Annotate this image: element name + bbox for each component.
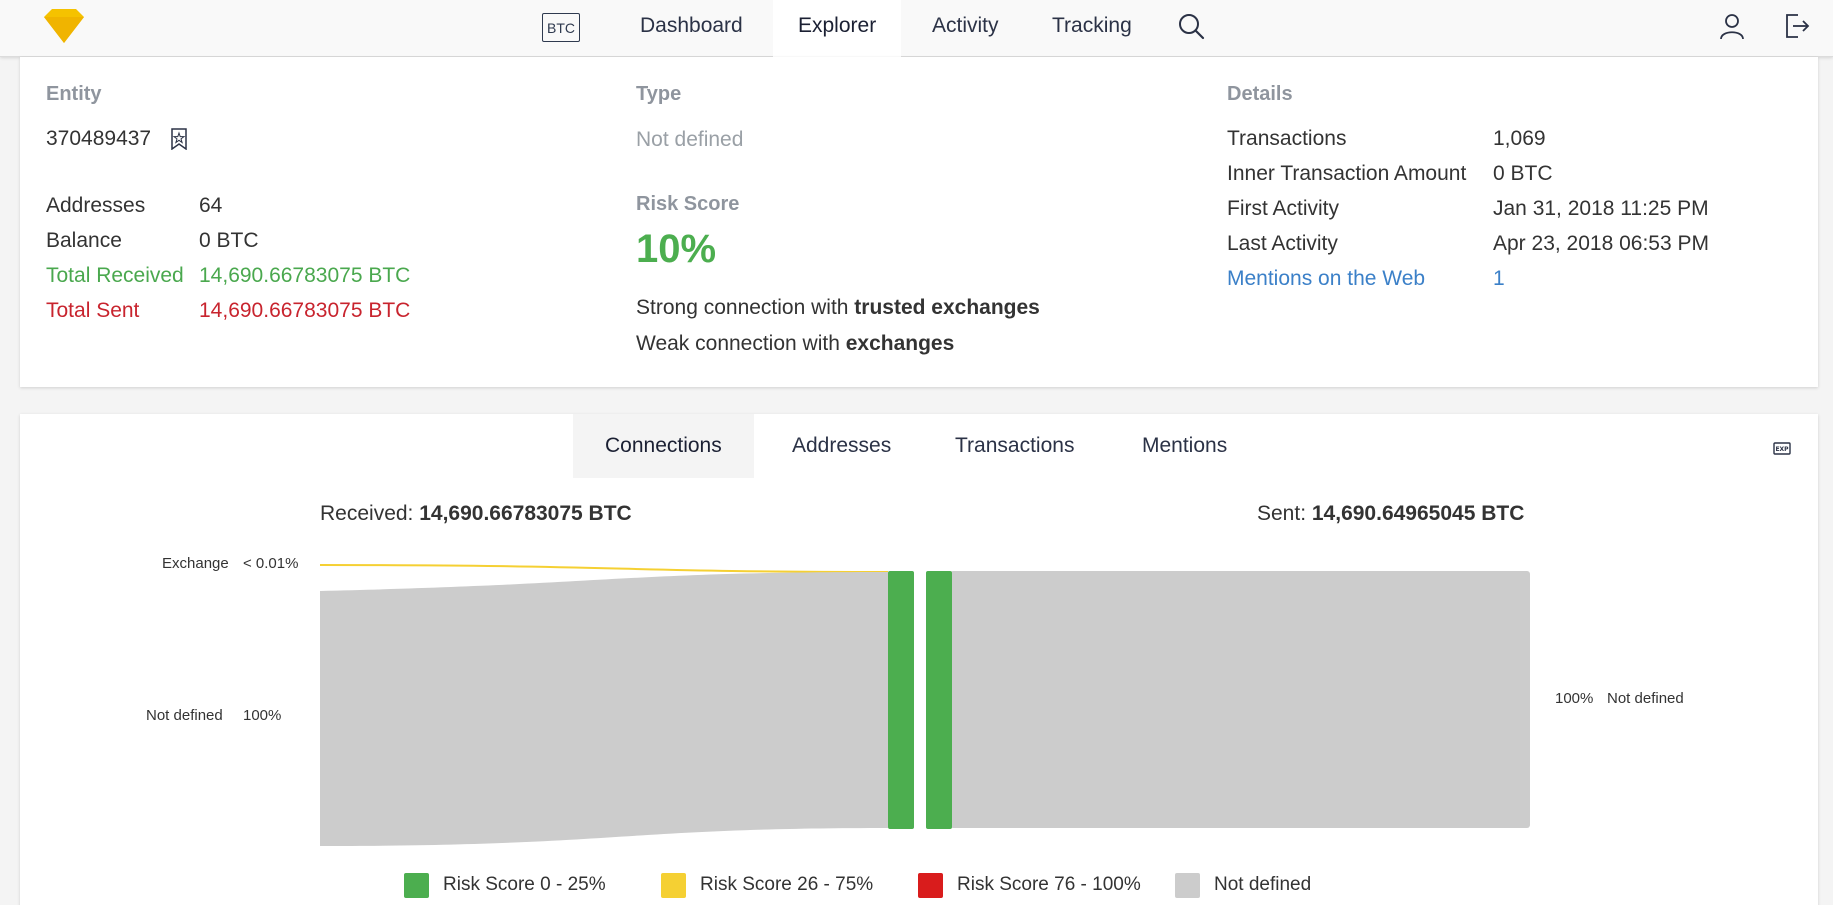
risk-score-title: Risk Score bbox=[636, 193, 740, 215]
first-activity-value: Jan 31, 2018 11:25 PM bbox=[1493, 197, 1709, 220]
legend-medium-risk: Risk Score 26 - 75% bbox=[700, 874, 874, 895]
connections-panel: Connections Addresses Transactions Menti… bbox=[20, 414, 1818, 905]
sankey-link-input-not-defined bbox=[320, 572, 888, 846]
inner-transaction-label: Inner Transaction Amount bbox=[1227, 162, 1467, 185]
strong-connection-text: Strong connection with trusted exchanges bbox=[636, 296, 1040, 319]
details-title: Details bbox=[1227, 83, 1293, 105]
legend-swatch-high-risk bbox=[918, 873, 943, 898]
type-value: Not defined bbox=[636, 128, 744, 151]
entity-id: 370489437 bbox=[46, 127, 152, 150]
last-activity-value: Apr 23, 2018 06:53 PM bbox=[1493, 232, 1709, 255]
nav-activity[interactable]: Activity bbox=[907, 0, 1024, 57]
mentions-count-link[interactable]: 1 bbox=[1493, 267, 1505, 291]
first-activity-label: First Activity bbox=[1227, 197, 1340, 220]
legend-swatch-low-risk bbox=[404, 873, 429, 898]
last-activity-label: Last Activity bbox=[1227, 232, 1338, 255]
transactions-value: 1,069 bbox=[1493, 127, 1546, 150]
bookmark-star-icon[interactable] bbox=[170, 128, 188, 150]
sankey-node-entity-out bbox=[926, 571, 952, 829]
total-sent-label: Total Sent bbox=[46, 299, 140, 322]
weak-connection-target: exchanges bbox=[845, 332, 955, 355]
weak-connection-text: Weak connection with exchanges bbox=[636, 332, 955, 355]
strong-connection-target: trusted exchanges bbox=[854, 296, 1040, 319]
mentions-link[interactable]: Mentions on the Web bbox=[1227, 267, 1425, 291]
addresses-label: Addresses bbox=[46, 194, 146, 217]
search-icon[interactable] bbox=[1177, 12, 1205, 40]
user-icon[interactable] bbox=[1718, 12, 1746, 40]
legend-not-defined: Not defined bbox=[1214, 874, 1312, 895]
input-exchange-name: Exchange bbox=[162, 555, 229, 572]
risk-score-value: 10% bbox=[636, 227, 717, 271]
input-not-defined-name: Not defined bbox=[146, 707, 223, 724]
entity-title: Entity bbox=[46, 83, 102, 105]
sankey-node-entity-in bbox=[888, 571, 914, 829]
addresses-value: 64 bbox=[199, 194, 223, 217]
legend-high-risk: Risk Score 76 - 100% bbox=[957, 874, 1141, 895]
total-received-label: Total Received bbox=[46, 264, 184, 287]
total-received-value: 14,690.66783075 BTC bbox=[199, 264, 411, 287]
entity-summary-panel: Entity 370489437 Addresses 64 Balance 0 … bbox=[20, 57, 1818, 387]
sankey-link-exchange bbox=[319, 564, 889, 573]
balance-label: Balance bbox=[46, 229, 122, 252]
balance-value: 0 BTC bbox=[199, 229, 259, 252]
connections-sankey-diagram bbox=[319, 564, 1530, 846]
output-not-defined-name: Not defined bbox=[1607, 690, 1684, 707]
type-title: Type bbox=[636, 83, 682, 105]
top-navigation-bar: BTC Dashboard Explorer Activity Tracking bbox=[0, 0, 1833, 57]
input-exchange-pct: < 0.01% bbox=[243, 555, 299, 572]
nav-explorer[interactable]: Explorer bbox=[773, 0, 902, 57]
legend-low-risk: Risk Score 0 - 25% bbox=[443, 874, 606, 895]
transactions-label: Transactions bbox=[1227, 127, 1347, 150]
nav-tracking[interactable]: Tracking bbox=[1027, 0, 1157, 57]
legend-swatch-not-defined bbox=[1175, 873, 1200, 898]
diamond-logo-icon[interactable] bbox=[40, 9, 88, 43]
inner-transaction-value: 0 BTC bbox=[1493, 162, 1553, 185]
legend-swatch-medium-risk bbox=[661, 873, 686, 898]
currency-selector[interactable]: BTC bbox=[542, 13, 580, 42]
logout-icon[interactable] bbox=[1782, 12, 1810, 40]
input-not-defined-pct: 100% bbox=[243, 707, 282, 724]
nav-dashboard[interactable]: Dashboard bbox=[615, 0, 768, 57]
sankey-link-output-not-defined bbox=[950, 571, 1530, 828]
output-not-defined-pct: 100% bbox=[1555, 690, 1594, 707]
total-sent-value: 14,690.66783075 BTC bbox=[199, 299, 411, 322]
